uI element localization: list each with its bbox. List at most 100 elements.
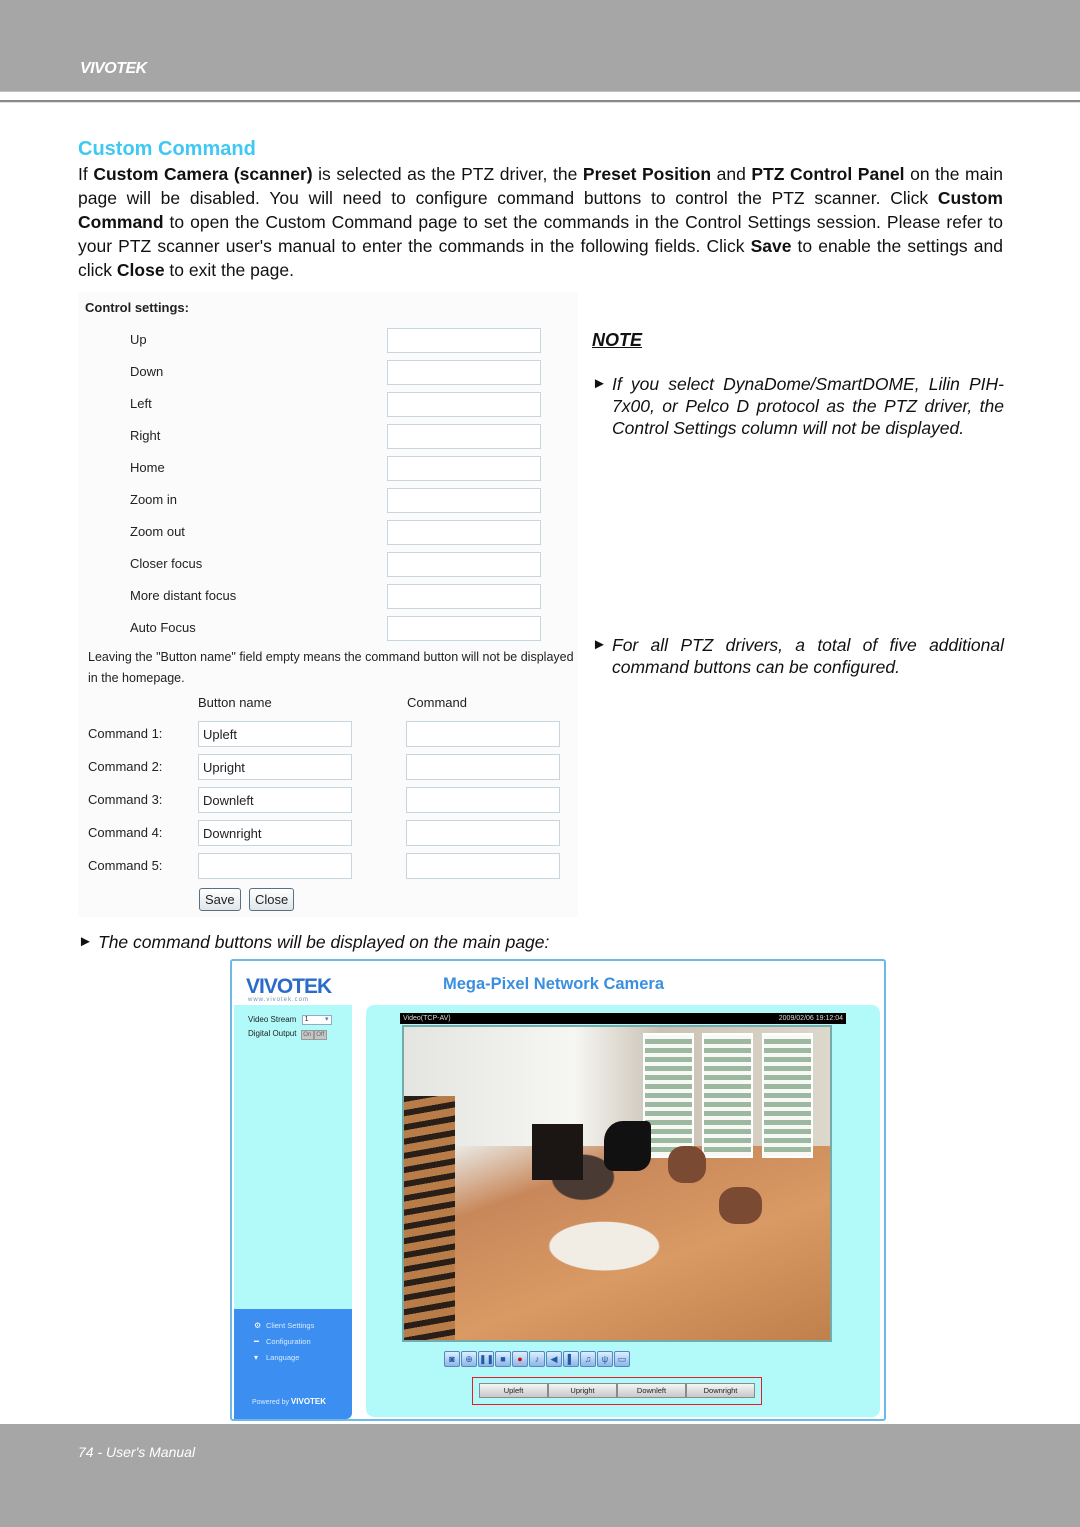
control-setting-input[interactable] — [387, 584, 541, 609]
control-setting-input[interactable] — [387, 424, 541, 449]
note-text: For all PTZ drivers, a total of five add… — [612, 635, 1004, 677]
control-setting-row: Auto Focus — [78, 616, 578, 642]
control-setting-row: Up — [78, 328, 578, 354]
control-setting-label: Down — [130, 364, 164, 379]
command-input[interactable] — [406, 820, 560, 846]
button-name-input[interactable] — [198, 754, 352, 780]
command-label: Command 3: — [88, 792, 163, 807]
intro-emphasis: Save — [750, 236, 792, 256]
nav-item-client-settings[interactable]: ⚙ Client Settings — [254, 1321, 314, 1330]
control-setting-input[interactable] — [387, 488, 541, 513]
control-setting-input[interactable] — [387, 552, 541, 577]
control-setting-input[interactable] — [387, 392, 541, 417]
live-video-view[interactable] — [402, 1025, 832, 1342]
button-name-input[interactable] — [198, 820, 352, 846]
intro-text: and — [711, 164, 752, 184]
intro-text: to exit the page. — [164, 260, 294, 280]
camera-logo-url: www.vivotek.com — [248, 997, 310, 1003]
manual-trigger-icon[interactable]: ψ — [597, 1351, 613, 1367]
chevron-down-icon: ▾ — [325, 1016, 329, 1023]
control-setting-input[interactable] — [387, 456, 541, 481]
button-name-input[interactable] — [198, 853, 352, 879]
video-scene-piano — [604, 1120, 652, 1171]
mute-icon[interactable]: ◀ — [546, 1351, 562, 1367]
intro-text: is selected as the PTZ driver, the — [312, 164, 583, 184]
command-input[interactable] — [406, 787, 560, 813]
camera-main-panel: Video(TCP-AV) 2009/02/06 19:12:04 ◙ ⊕ ❚❚ ■ ●… — [366, 1005, 880, 1417]
close-button[interactable]: Close — [249, 888, 295, 911]
page-number: 74 - User's Manual — [78, 1444, 196, 1460]
control-setting-label: Auto Focus — [130, 620, 196, 635]
control-setting-label: Right — [130, 428, 161, 443]
command-row: Command 2: — [78, 754, 578, 780]
command-row: Command 3: — [78, 787, 578, 813]
command-label: Command 1: — [88, 726, 163, 741]
control-setting-label: Closer focus — [130, 556, 203, 571]
nav-item-configuration[interactable]: ━ Configuration — [254, 1337, 311, 1346]
command-input[interactable] — [406, 754, 560, 780]
intro-emphasis: Preset Position — [582, 164, 712, 184]
digital-output-label: Digital Output — [248, 1029, 297, 1039]
header-divider — [0, 100, 1080, 103]
caption-text: The command buttons will be displayed on… — [98, 932, 550, 952]
section-title: Custom Command — [78, 138, 256, 160]
control-setting-label: Home — [130, 460, 165, 475]
button-name-input[interactable] — [198, 787, 352, 813]
camera-logo: VIVOTEK — [246, 975, 332, 998]
command-input[interactable] — [406, 853, 560, 879]
fullscreen-icon[interactable]: ▭ — [614, 1351, 630, 1367]
snapshot-icon[interactable]: ◙ — [444, 1351, 460, 1367]
button-name-input[interactable] — [198, 721, 352, 747]
video-label: Video(TCP-AV) — [403, 1015, 451, 1022]
volume-icon[interactable]: ♪ — [529, 1351, 545, 1367]
custom-command-button[interactable]: Downleft — [617, 1383, 686, 1398]
video-stream-label: Video Stream — [248, 1015, 297, 1025]
digital-output-toggle: On Off — [300, 1029, 327, 1040]
video-timestamp: 2009/02/06 19:12:04 — [778, 1015, 843, 1022]
footer-band: 74 - User's Manual — [0, 1424, 1080, 1527]
custom-command-button[interactable]: Upleft — [479, 1383, 548, 1398]
save-button[interactable]: Save — [199, 888, 241, 911]
talk-icon[interactable]: ▌ — [563, 1351, 579, 1367]
powered-by-text: Powered by — [252, 1399, 289, 1406]
intro-emphasis: Custom Camera (scanner) — [93, 164, 313, 184]
arrow-bullet-icon: ► — [592, 375, 607, 392]
video-scene-fireplace — [531, 1124, 583, 1181]
control-setting-input[interactable] — [387, 360, 541, 385]
control-settings-title: Control settings: — [85, 300, 189, 315]
control-setting-row: Zoom in — [78, 488, 578, 514]
nav-label: Client Settings — [266, 1321, 315, 1330]
pause-icon[interactable]: ❚❚ — [478, 1351, 494, 1367]
nav-label: Configuration — [266, 1337, 311, 1346]
control-setting-label: Up — [130, 332, 147, 347]
digital-zoom-icon[interactable]: ⊕ — [461, 1351, 477, 1367]
control-setting-row: Zoom out — [78, 520, 578, 546]
video-control-toolbar: ◙ ⊕ ❚❚ ■ ● ♪ ◀ ▌ ♫ ψ ▭ — [444, 1351, 631, 1367]
camera-main-page: VIVOTEK www.vivotek.com Mega-Pixel Netwo… — [230, 959, 886, 1421]
note-item: ► For all PTZ drivers, a total of five a… — [592, 634, 1004, 678]
digital-output-on-button[interactable]: On — [300, 1030, 314, 1040]
command-input[interactable] — [406, 721, 560, 747]
video-stream-select[interactable]: 1 ▾ — [301, 1015, 332, 1025]
intro-emphasis: Close — [116, 260, 165, 280]
record-icon[interactable]: ● — [512, 1351, 528, 1367]
control-setting-label: Left — [130, 396, 152, 411]
mic-icon[interactable]: ♫ — [580, 1351, 596, 1367]
custom-command-buttons: Upleft Upright Downleft Downright — [479, 1383, 755, 1398]
control-setting-row: Right — [78, 424, 578, 450]
control-setting-row: Closer focus — [78, 552, 578, 578]
note-item: ► If you select DynaDome/SmartDOME, Lili… — [592, 373, 1004, 439]
command-label: Command 2: — [88, 759, 163, 774]
control-setting-input[interactable] — [387, 520, 541, 545]
custom-command-button[interactable]: Upright — [548, 1383, 617, 1398]
camera-page-title: Mega-Pixel Network Camera — [443, 975, 665, 993]
custom-command-button[interactable]: Downright — [686, 1383, 755, 1398]
digital-output-off-button[interactable]: Off — [313, 1030, 327, 1040]
nav-item-language[interactable]: ▾ Language — [254, 1353, 299, 1362]
control-setting-input[interactable] — [387, 328, 541, 353]
command-row: Command 5: — [78, 853, 578, 879]
stop-icon[interactable]: ■ — [495, 1351, 511, 1367]
digital-output-row: Digital Output On Off — [248, 1029, 327, 1040]
control-setting-input[interactable] — [387, 616, 541, 641]
command-row: Command 1: — [78, 721, 578, 747]
